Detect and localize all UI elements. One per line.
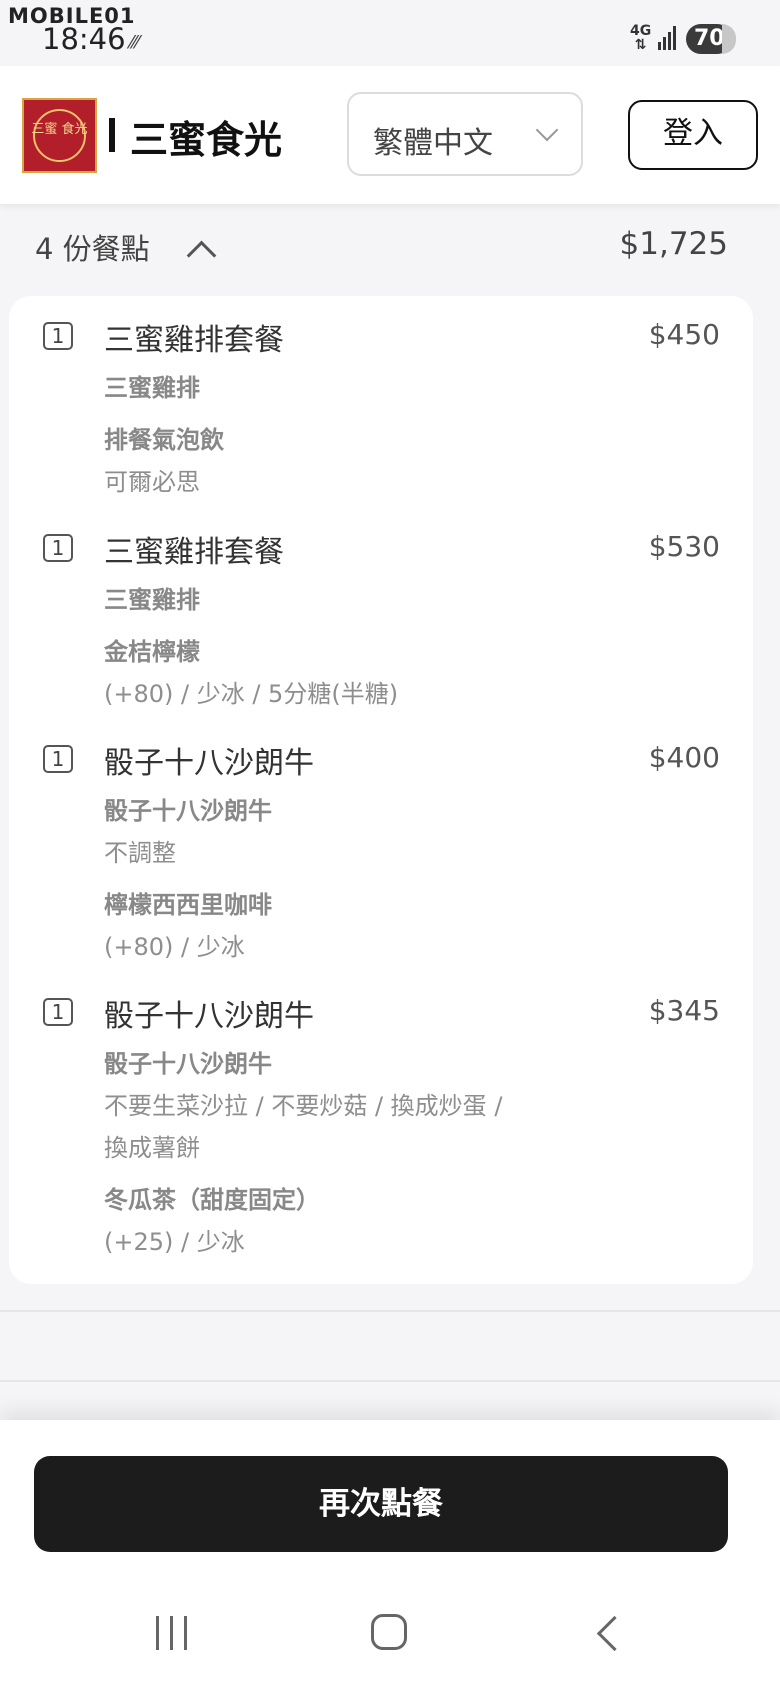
item-option: 換成薯餅: [104, 1134, 200, 1162]
back-icon[interactable]: [596, 1615, 633, 1652]
section-divider: [0, 1310, 780, 1312]
order-summary[interactable]: 4 份餐點 $1,725: [0, 208, 780, 282]
status-bar: MOBILE01 18:46 ⁄⁄⁄ 4G ⇅ 70: [0, 0, 780, 66]
battery-indicator: 70: [686, 24, 736, 54]
item-name: 骰子十八沙朗牛: [104, 999, 314, 1034]
item-option: (+25) / 少冰: [104, 1228, 245, 1256]
items-count: 4 份餐點: [35, 232, 150, 266]
item-component: 金桔檸檬: [104, 638, 200, 666]
login-button[interactable]: 登入: [628, 100, 758, 170]
item-price: $530: [648, 530, 720, 563]
item-option: 不調整: [104, 839, 176, 867]
item-name: 三蜜雞排套餐: [104, 323, 284, 358]
language-select[interactable]: 繁體中文: [347, 92, 583, 176]
item-component: 骰子十八沙朗牛: [104, 1050, 272, 1078]
logo-text: 三蜜 食光: [31, 122, 88, 137]
restaurant-name: 三蜜食光: [130, 118, 283, 162]
item-component: 冬瓜茶（甜度固定）: [104, 1186, 320, 1214]
signal-icon: [658, 24, 680, 50]
section-divider: [0, 1380, 780, 1382]
item-component: 骰子十八沙朗牛: [104, 797, 272, 825]
item-name: 三蜜雞排套餐: [104, 535, 284, 570]
quantity-badge: 1: [43, 322, 73, 350]
quantity-badge: 1: [43, 745, 73, 773]
reorder-button[interactable]: 再次點餐: [34, 1456, 728, 1552]
recent-apps-icon[interactable]: [154, 1616, 190, 1650]
quantity-badge: 1: [43, 534, 73, 562]
item-option: (+80) / 少冰 / 5分糖(半糖): [104, 680, 399, 708]
system-nav-bar: [0, 1588, 780, 1690]
item-option: (+80) / 少冰: [104, 933, 245, 961]
language-value: 繁體中文: [373, 126, 493, 161]
title-divider: [109, 118, 115, 152]
restaurant-logo[interactable]: 三蜜 食光: [22, 98, 97, 173]
network-indicator: 4G ⇅: [630, 23, 652, 53]
nfc-icon: ⁄⁄⁄: [130, 32, 140, 53]
item-price: $400: [648, 741, 720, 774]
chevron-down-icon: [535, 118, 559, 142]
item-component: 三蜜雞排: [104, 586, 200, 614]
item-price: $450: [648, 318, 720, 351]
item-price: $345: [648, 994, 720, 1027]
quantity-badge: 1: [43, 998, 73, 1026]
item-option: 不要生菜沙拉 / 不要炒菇 / 換成炒蛋 /: [104, 1092, 503, 1120]
item-component: 三蜜雞排: [104, 374, 200, 402]
item-name: 骰子十八沙朗牛: [104, 746, 314, 781]
home-icon[interactable]: [371, 1614, 407, 1650]
clock: 18:46: [42, 22, 126, 56]
chevron-up-icon[interactable]: [186, 240, 217, 271]
bottom-action-bar: 再次點餐: [0, 1420, 780, 1690]
item-component: 檸檬西西里咖啡: [104, 891, 272, 919]
item-option: 可爾必思: [104, 468, 200, 496]
order-total: $1,725: [619, 226, 728, 262]
order-items-card: 1 三蜜雞排套餐 $450 三蜜雞排 排餐氣泡飲 可爾必思 1 三蜜雞排套餐 $…: [9, 296, 753, 1284]
item-component: 排餐氣泡飲: [104, 426, 224, 454]
app-header: 三蜜 食光 三蜜食光 繁體中文 登入: [0, 66, 780, 204]
